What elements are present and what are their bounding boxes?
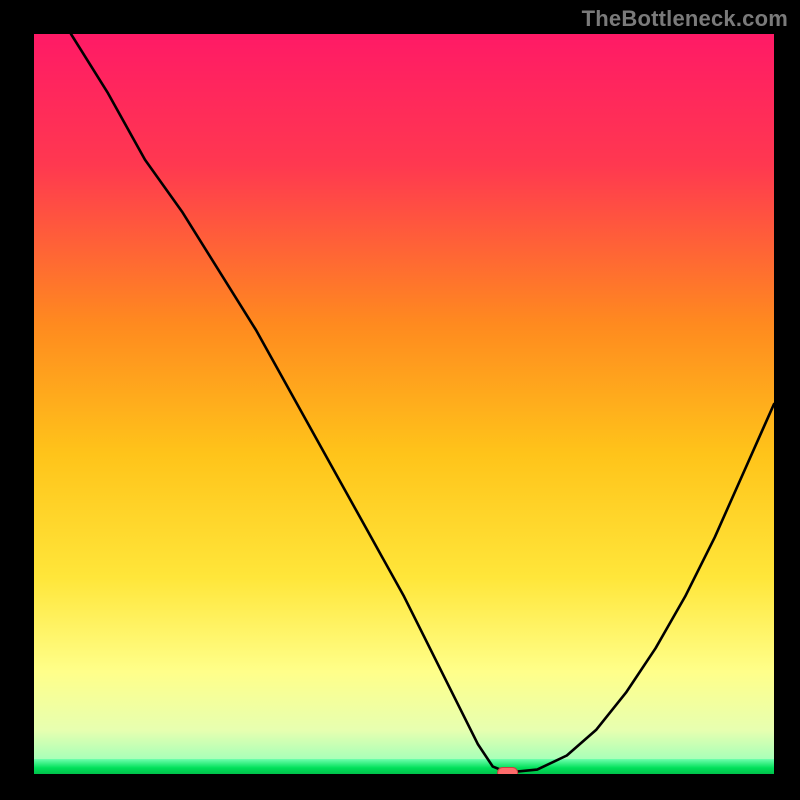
gradient-background xyxy=(34,34,774,759)
chart-frame: TheBottleneck.com xyxy=(0,0,800,800)
watermark-label: TheBottleneck.com xyxy=(582,6,788,32)
green-strip xyxy=(34,759,774,774)
valley-marker xyxy=(498,768,518,775)
plot-area xyxy=(34,34,774,774)
plot-svg xyxy=(34,34,774,774)
